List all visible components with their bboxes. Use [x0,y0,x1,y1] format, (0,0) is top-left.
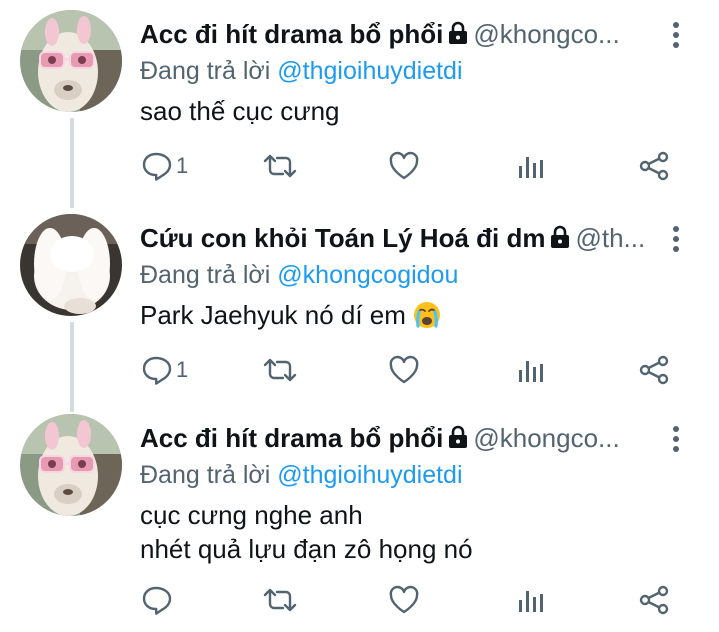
lock-icon [549,222,571,256]
mention-link[interactable]: @khongcogidou [277,261,458,289]
lock-icon [447,422,469,456]
action-bar [140,580,680,620]
reply-count: 1 [176,357,189,382]
retweet-icon [263,588,297,612]
more-vertical-icon [673,426,679,452]
more-options-button[interactable] [664,20,688,50]
avatar[interactable] [20,414,122,516]
tweet-text-line: Park Jaehyuk nó dí em [140,298,680,338]
analytics-icon [519,157,543,178]
user-handle[interactable]: @khongco... [473,423,619,453]
more-vertical-icon [673,226,679,252]
retweet-button[interactable] [262,580,298,620]
more-options-button[interactable] [664,424,688,454]
alpaca-avatar-image [20,10,122,112]
action-bar: 1 [140,146,680,186]
rabbit-avatar-image [20,214,122,316]
tweet[interactable]: Acc đi hít drama bổ phổi @khongco... Đang… [0,414,719,632]
reply-icon [142,152,172,181]
share-icon [639,585,669,615]
replying-prefix: Đang trả lời [140,261,271,289]
tweet[interactable]: Acc đi hít drama bổ phổi @khongco... Đang… [0,10,719,200]
replying-to: Đang trả lời @khongcogidou [140,258,458,292]
share-icon [639,151,669,181]
avatar[interactable] [20,10,122,112]
analytics-icon [519,361,543,382]
reply-button[interactable] [140,580,176,620]
reply-button[interactable]: 1 [140,146,188,186]
replying-prefix: Đang trả lời [140,57,271,85]
replying-prefix: Đang trả lời [140,461,271,489]
share-icon [639,355,669,385]
retweet-icon [263,154,297,178]
share-button[interactable] [638,146,670,186]
tweet-header: Acc đi hít drama bổ phổi @khongco... [140,420,660,456]
heart-icon [389,585,419,614]
reply-icon [142,586,172,615]
replying-to: Đang trả lời @thgioihuydietdi [140,458,463,492]
retweet-button[interactable] [262,350,298,390]
lock-icon [447,18,469,52]
like-button[interactable] [388,146,420,186]
tweet[interactable]: Cứu con khỏi Toán Lý Hoá đi dm @th... Đan… [0,214,719,404]
tweet-text-line: nhét quả lựu đạn zô họng nó [140,534,473,564]
like-button[interactable] [388,350,420,390]
heart-icon [389,151,419,180]
mention-link[interactable]: @thgioihuydietdi [277,461,462,489]
mention-link[interactable]: @thgioihuydietdi [277,57,462,85]
tweet-text-content: Park Jaehyuk nó dí em [140,300,406,330]
display-name[interactable]: Cứu con khỏi Toán Lý Hoá đi dm [140,223,545,253]
views-button[interactable] [516,350,546,390]
replying-to: Đang trả lời @thgioihuydietdi [140,54,463,88]
tweet-text: sao thế cục cưng [140,94,680,128]
reply-icon [142,356,172,385]
tweet-text: cục cưng nghe anh nhét quả lựu đạn zô họ… [140,498,680,566]
views-button[interactable] [516,580,546,620]
like-button[interactable] [388,580,420,620]
heart-icon [389,355,419,384]
display-name[interactable]: Acc đi hít drama bổ phổi [140,19,443,49]
alpaca-avatar-image [20,414,122,516]
tweet-text-line: cục cưng nghe anh [140,500,363,530]
user-handle[interactable]: @khongco... [473,19,619,49]
tweet-text-line: sao thế cục cưng [140,96,340,126]
tweet-text: Park Jaehyuk nó dí em [140,298,680,338]
reply-button[interactable]: 1 [140,350,188,390]
action-bar: 1 [140,350,680,390]
views-button[interactable] [516,146,546,186]
retweet-icon [263,358,297,382]
more-vertical-icon [673,22,679,48]
tweet-header: Cứu con khỏi Toán Lý Hoá đi dm @th... [140,220,660,256]
tweet-header: Acc đi hít drama bổ phổi @khongco... [140,16,660,52]
retweet-button[interactable] [262,146,298,186]
avatar[interactable] [20,214,122,316]
loudly-crying-face-emoji [412,300,442,338]
display-name[interactable]: Acc đi hít drama bổ phổi [140,423,443,453]
share-button[interactable] [638,350,670,390]
share-button[interactable] [638,580,670,620]
more-options-button[interactable] [664,224,688,254]
user-handle[interactable]: @th... [575,223,645,253]
reply-count: 1 [176,153,189,178]
analytics-icon [519,591,543,612]
